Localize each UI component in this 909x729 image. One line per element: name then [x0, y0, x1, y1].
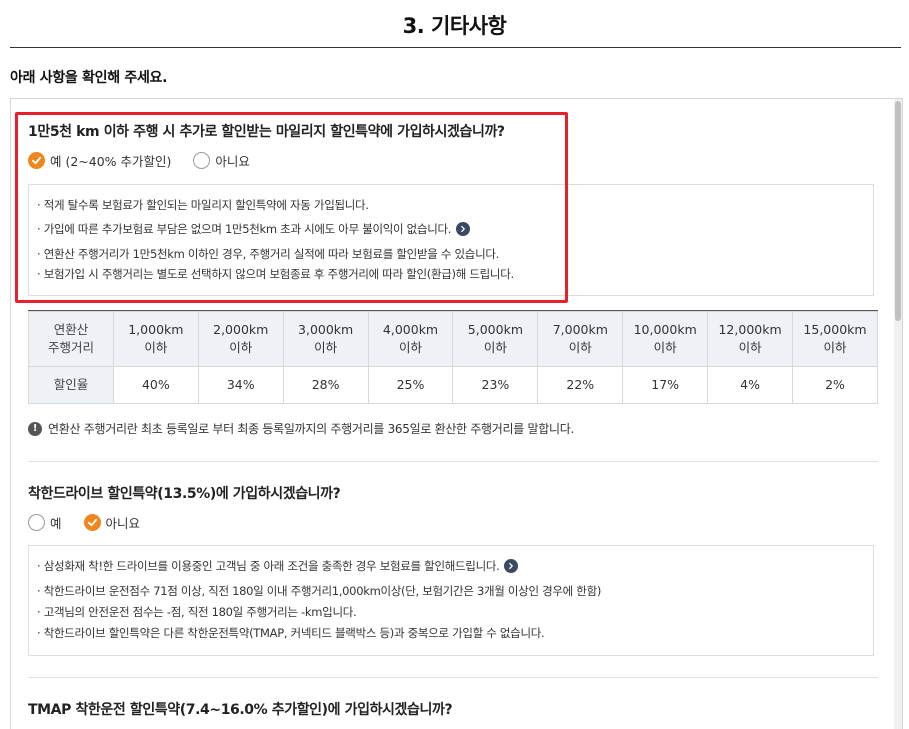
distance-cell: 10,000km 이하 [622, 311, 709, 367]
info-line: · 고객님의 안전운전 점수는 -점, 직전 180일 주행거리는 -km입니다… [37, 605, 357, 619]
tmap-question: TMAP 착한운전 할인특약(7.4~16.0% 추가할인)에 가입하시겠습니까… [28, 702, 453, 718]
checked-radio-icon [28, 151, 45, 169]
rate-cell: 22% [537, 366, 624, 404]
info-line: · 착한드라이브 운전점수 71점 이상, 직전 180일 이내 주행거리1,0… [37, 584, 602, 598]
title-divider [10, 47, 901, 48]
rate-cell: 34% [197, 366, 284, 404]
mileage-radio-group: 예 (2~40% 추가할인) 아니요 [28, 149, 250, 171]
distance-cell: 3,000km 이하 [282, 311, 369, 367]
rate-cell: 40% [112, 366, 199, 404]
distance-cell: 15,000km 이하 [792, 311, 878, 367]
page-title: 3. 기타사항 [402, 14, 507, 38]
row-header-distance: 연환산 주행거리 [28, 311, 114, 367]
mileage-info-box: · 적게 탈수록 보험료가 할인되는 마일리지 할인특약에 자동 가입됩니다. … [28, 184, 874, 296]
safe-drive-yes-radio[interactable]: 예 [28, 513, 62, 532]
distance-cell: 1,000km 이하 [112, 311, 199, 367]
mileage-yes-radio[interactable]: 예 (2~40% 추가할인) [28, 151, 171, 170]
row-header-rate: 할인율 [28, 366, 114, 404]
safe-drive-info-box: · 삼성화재 착!한 드라이브를 이용중인 고객님 중 아래 조건을 충족한 경… [28, 545, 874, 656]
safe-drive-yes-label: 예 [50, 515, 62, 531]
more-info-arrow-icon[interactable] [456, 222, 471, 236]
distance-cell: 5,000km 이하 [452, 311, 539, 367]
distance-cell: 2,000km 이하 [197, 311, 284, 367]
mileage-no-radio[interactable]: 아니요 [193, 151, 250, 170]
info-line: · 삼성화재 착!한 드라이브를 이용중인 고객님 중 아래 조건을 충족한 경… [37, 558, 519, 574]
scrollbar[interactable] [894, 99, 902, 729]
info-line: · 적게 탈수록 보험료가 할인되는 마일리지 할인특약에 자동 가입됩니다. [37, 198, 369, 212]
rate-cell: 4% [707, 366, 794, 404]
distance-note-text: 연환산 주행거리란 최초 등록일로 부터 최종 등록일까지의 주행거리를 365… [48, 422, 575, 436]
distance-cell: 4,000km 이하 [367, 311, 454, 367]
rate-cell: 25% [367, 366, 454, 404]
mileage-no-label: 아니요 [215, 153, 250, 169]
safe-drive-no-radio[interactable]: 아니요 [83, 513, 141, 532]
scrollbar-thumb[interactable] [895, 101, 901, 321]
safe-drive-radio-group: 예 아니요 [28, 511, 140, 533]
rate-cell: 17% [622, 366, 709, 404]
section-divider [28, 677, 878, 678]
info-line: · 연환산 주행거리가 1만5천km 이하인 경우, 주행거리 실적에 따라 보… [37, 247, 499, 261]
options-panel: 1만5천 km 이하 주행 시 추가로 할인받는 마일리지 할인특약에 가입하시… [10, 98, 903, 729]
safe-drive-no-label: 아니요 [105, 515, 141, 531]
mileage-yes-label: 예 (2~40% 추가할인) [50, 153, 172, 169]
more-info-arrow-icon[interactable] [504, 559, 519, 573]
checked-radio-icon [83, 513, 101, 531]
info-line: · 보험가입 시 주행거리는 별도로 선택하지 않으며 보험종료 후 주행거리에… [37, 267, 514, 281]
intro-text: 아래 사항을 확인해 주세요. [10, 70, 168, 86]
safe-drive-question: 착한드라이브 할인특약(13.5%)에 가입하시겠습니까? [28, 486, 341, 502]
rate-cell: 23% [452, 366, 539, 404]
unchecked-radio-icon [193, 151, 211, 169]
mileage-discount-table: 연환산 주행거리 1,000km 이하 2,000km 이하 3,000km 이… [28, 311, 878, 404]
rate-cell: 28% [282, 366, 369, 404]
exclamation-icon: ! [28, 421, 42, 436]
mileage-question: 1만5천 km 이하 주행 시 추가로 할인받는 마일리지 할인특약에 가입하시… [28, 124, 505, 140]
distance-note: ! 연환산 주행거리란 최초 등록일로 부터 최종 등록일까지의 주행거리를 3… [28, 420, 574, 437]
info-line: · 가입에 따른 추가보험료 부담은 없으며 1만5천km 초과 시에도 아무 … [37, 221, 471, 237]
distance-cell: 7,000km 이하 [537, 311, 624, 367]
section-divider [28, 461, 878, 462]
info-line: · 착한드라이브 할인특약은 다른 착한운전특약(TMAP, 커넥티드 블랙박스… [37, 626, 545, 640]
unchecked-radio-icon [28, 513, 45, 531]
distance-cell: 12,000km 이하 [707, 311, 794, 367]
rate-cell: 2% [792, 366, 878, 404]
